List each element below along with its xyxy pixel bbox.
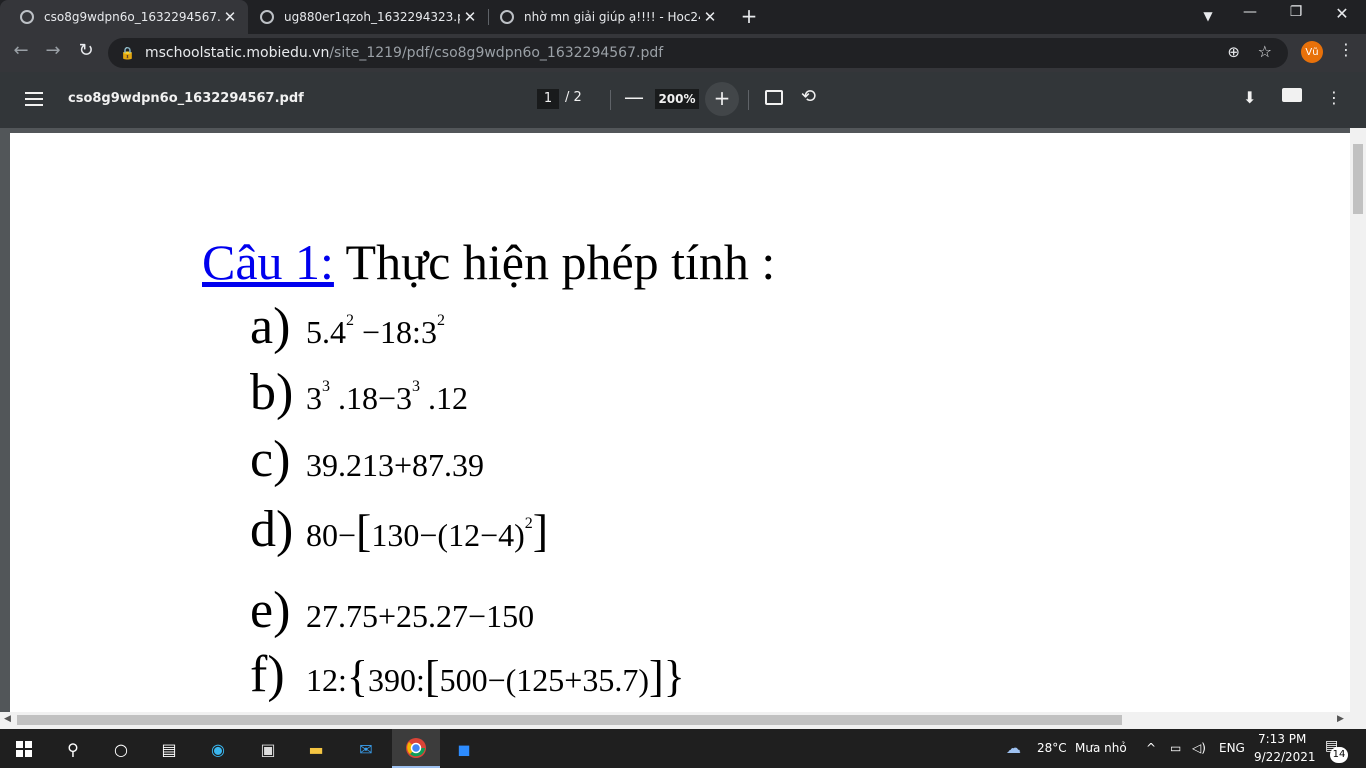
- chrome-icon: [406, 738, 426, 758]
- download-icon[interactable]: ⬇: [1243, 88, 1256, 107]
- expr-d: 80−[130−(12−4)2]: [306, 505, 549, 556]
- file-explorer-icon[interactable]: ▬: [304, 738, 328, 760]
- minimize-button[interactable]: —: [1230, 4, 1270, 20]
- pdf-viewer[interactable]: Câu 1: Thực hiện phép tính : a) 5.42 −18…: [0, 128, 1366, 712]
- horizontal-scrollbar[interactable]: ◀ ▶: [0, 712, 1366, 729]
- chrome-menu-icon[interactable]: ⋮: [1338, 40, 1354, 59]
- weather-icon[interactable]: ☁: [1006, 739, 1021, 757]
- expr-f: 12:{390:[500−(125+35.7)]}: [306, 652, 685, 701]
- globe-icon: [20, 10, 34, 24]
- divider: [610, 90, 611, 110]
- task-view-icon[interactable]: ▤: [158, 738, 180, 760]
- scroll-left-icon[interactable]: ◀: [4, 714, 11, 724]
- globe-icon: [500, 10, 514, 24]
- zoom-in-button[interactable]: +: [705, 82, 739, 116]
- page-total: / 2: [565, 90, 582, 105]
- reload-icon[interactable]: ↻: [73, 40, 99, 61]
- tab-3[interactable]: nhờ mn giải giúp ạ!!!! - Hoc24 ✕: [480, 0, 728, 34]
- question-link[interactable]: Câu 1:: [202, 234, 334, 290]
- tab-strip: cso8g9wdpn6o_1632294567.pdf ✕ ug880er1qz…: [0, 0, 1366, 34]
- network-icon[interactable]: ▭: [1170, 741, 1181, 755]
- exercise-b: b) 33 .18−33 .12: [250, 363, 468, 422]
- pdf-filename: cso8g9wdpn6o_1632294567.pdf: [68, 91, 304, 106]
- tray-chevron-icon[interactable]: ^: [1146, 741, 1156, 755]
- question-heading: Câu 1: Thực hiện phép tính :: [202, 233, 775, 291]
- cortana-icon[interactable]: ○: [110, 738, 132, 760]
- close-icon[interactable]: ✕: [700, 8, 720, 26]
- close-icon[interactable]: ✕: [460, 8, 480, 26]
- search-icon[interactable]: ⚲: [62, 738, 84, 760]
- url-domain: mschoolstatic.mobiedu.vn: [144, 45, 330, 61]
- expr-c: 39.213+87.39: [306, 447, 485, 483]
- weather-condition[interactable]: Mưa nhỏ: [1075, 741, 1127, 755]
- pdf-page: Câu 1: Thực hiện phép tính : a) 5.42 −18…: [10, 133, 1350, 712]
- forward-icon[interactable]: →: [40, 40, 66, 61]
- label-a: a): [250, 298, 291, 355]
- tab-title: ug880er1qzoh_1632294323.pdf: [284, 10, 460, 24]
- exercise-a: a) 5.42 −18:32: [250, 297, 445, 356]
- zoom-out-button[interactable]: —: [624, 85, 644, 109]
- expr-b: 33 .18−33 .12: [306, 378, 469, 416]
- exercise-f: f) 12:{390:[500−(125+35.7)]}: [250, 645, 685, 704]
- label-b: b): [250, 364, 294, 421]
- scroll-right-icon[interactable]: ▶: [1337, 714, 1344, 724]
- address-bar[interactable]: 🔒 mschoolstatic.mobiedu.vn/site_1219/pdf…: [108, 38, 1288, 68]
- toolbar: ← → ↻ 🔒 mschoolstatic.mobiedu.vn/site_12…: [0, 34, 1366, 72]
- notification-badge: 14: [1330, 747, 1348, 763]
- exercise-e: e) 27.75+25.27−150: [250, 581, 534, 640]
- close-window-button[interactable]: ✕: [1322, 4, 1362, 23]
- label-f: f): [250, 646, 285, 703]
- more-actions-icon[interactable]: ⋮: [1326, 88, 1342, 107]
- scroll-thumb[interactable]: [17, 715, 1122, 725]
- tab-2[interactable]: ug880er1qzoh_1632294323.pdf ✕: [240, 0, 488, 34]
- zoom-input[interactable]: 200%: [655, 89, 699, 109]
- store-icon[interactable]: ▣: [256, 738, 280, 760]
- tab-title: nhờ mn giải giúp ạ!!!! - Hoc24: [524, 10, 700, 24]
- taskbar: ⚲ ○ ▤ ◉ ▣ ▬ ✉ ◼ ☁ 28°C Mưa nhỏ ^ ▭ ◁) EN…: [0, 729, 1366, 768]
- rotate-icon[interactable]: ⟲: [801, 86, 816, 107]
- expr-a: 5.42 −18:32: [306, 312, 445, 350]
- avatar[interactable]: Vũ: [1301, 41, 1323, 63]
- globe-icon: [260, 10, 274, 24]
- divider: [748, 90, 749, 110]
- page-number-input[interactable]: 1: [537, 89, 559, 109]
- edge-icon[interactable]: ◉: [206, 738, 230, 760]
- exercise-c: c) 39.213+87.39: [250, 430, 484, 489]
- fit-page-icon[interactable]: [765, 90, 783, 105]
- tab-title: cso8g9wdpn6o_1632294567.pdf: [44, 10, 220, 24]
- print-icon[interactable]: [1282, 88, 1302, 102]
- tab-active[interactable]: cso8g9wdpn6o_1632294567.pdf ✕: [0, 0, 248, 34]
- expr-e: 27.75+25.27−150: [306, 598, 535, 634]
- menu-icon[interactable]: [25, 92, 43, 110]
- question-title: Thực hiện phép tính :: [333, 234, 776, 290]
- zoom-app-icon[interactable]: ◼: [452, 738, 476, 760]
- bookmark-star-icon[interactable]: ☆: [1258, 42, 1272, 61]
- clock-time[interactable]: 7:13 PM: [1258, 732, 1306, 746]
- vertical-scrollbar[interactable]: [1350, 128, 1366, 712]
- url-path: /site_1219/pdf/cso8g9wdpn6o_1632294567.p…: [329, 45, 664, 61]
- new-tab-button[interactable]: +: [737, 4, 761, 28]
- label-e: e): [250, 582, 291, 639]
- chrome-taskbar-button[interactable]: [392, 729, 440, 768]
- lock-icon: 🔒: [120, 46, 135, 60]
- scroll-thumb[interactable]: [1353, 144, 1363, 214]
- label-c: c): [250, 431, 291, 488]
- back-icon[interactable]: ←: [8, 40, 34, 61]
- label-d: d): [250, 501, 294, 558]
- windows-start-icon[interactable]: [14, 738, 34, 760]
- weather-temp[interactable]: 28°C: [1037, 741, 1067, 755]
- language-indicator[interactable]: ENG: [1219, 741, 1245, 755]
- volume-icon[interactable]: ◁): [1192, 741, 1206, 755]
- exercise-d: d) 80−[130−(12−4)2]: [250, 500, 548, 559]
- maximize-button[interactable]: ❐: [1276, 4, 1316, 20]
- mail-icon[interactable]: ✉: [354, 738, 378, 760]
- tab-search-icon[interactable]: ▼: [1188, 9, 1228, 23]
- pdf-toolbar: cso8g9wdpn6o_1632294567.pdf 1 / 2 — 200%…: [0, 72, 1366, 128]
- close-icon[interactable]: ✕: [220, 8, 240, 26]
- zoom-icon[interactable]: ⊕: [1227, 43, 1240, 61]
- clock-date[interactable]: 9/22/2021: [1254, 750, 1316, 764]
